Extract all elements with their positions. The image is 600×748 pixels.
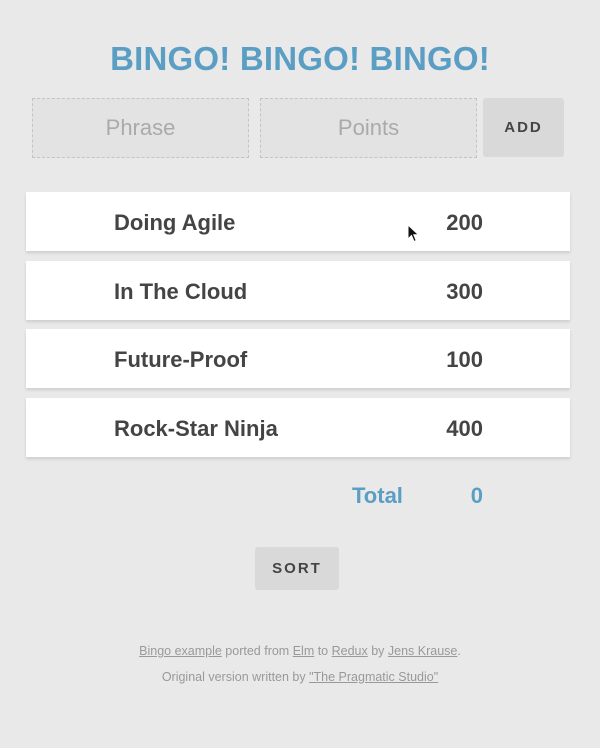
entry-item[interactable]: Doing Agile 200 (26, 192, 570, 251)
mouse-cursor-icon (407, 224, 420, 243)
points-input[interactable] (260, 98, 477, 158)
entry-phrase: Rock-Star Ninja (114, 415, 278, 441)
entry-phrase: In The Cloud (114, 278, 248, 304)
entry-list: Doing Agile 200 In The Cloud 300 Future-… (26, 192, 570, 466)
entry-item[interactable]: Rock-Star Ninja 400 (26, 397, 570, 457)
entry-points: 400 (446, 415, 483, 441)
redux-link[interactable]: Redux (332, 644, 368, 658)
entry-phrase: Doing Agile (114, 210, 236, 235)
footer-text: Original version written by (161, 670, 310, 684)
footer-credits: Bingo example ported from Elm to Redux b… (0, 644, 600, 658)
pragmatic-studio-link[interactable]: "The Pragmatic Studio" (309, 670, 438, 684)
bingo-example-link[interactable]: Bingo example (139, 644, 222, 658)
footer-text: . (457, 644, 461, 658)
footer-text: to (314, 644, 332, 658)
entry-points: 300 (446, 278, 483, 304)
footer-text: ported from (221, 644, 293, 658)
footer-text: by (367, 644, 388, 658)
entry-phrase: Future-Proof (114, 347, 248, 372)
sort-button[interactable]: SORT (255, 547, 339, 590)
total-label: Total (352, 483, 403, 508)
page-title: BINGO! BINGO! BINGO! (110, 40, 490, 77)
entry-item[interactable]: Future-Proof 100 (26, 329, 570, 388)
add-button[interactable]: ADD (483, 98, 564, 157)
bingo-app: BINGO! BINGO! BINGO! ADD Doing Agile 200… (0, 0, 600, 748)
elm-link[interactable]: Elm (293, 644, 315, 658)
footer-original: Original version written by "The Pragmat… (0, 670, 600, 684)
phrase-input[interactable] (32, 98, 249, 158)
author-link[interactable]: Jens Krause (388, 644, 457, 658)
total-value: 0 (470, 483, 483, 508)
entry-points: 100 (446, 347, 483, 372)
entry-points: 200 (446, 210, 483, 235)
entry-item[interactable]: In The Cloud 300 (26, 260, 570, 320)
